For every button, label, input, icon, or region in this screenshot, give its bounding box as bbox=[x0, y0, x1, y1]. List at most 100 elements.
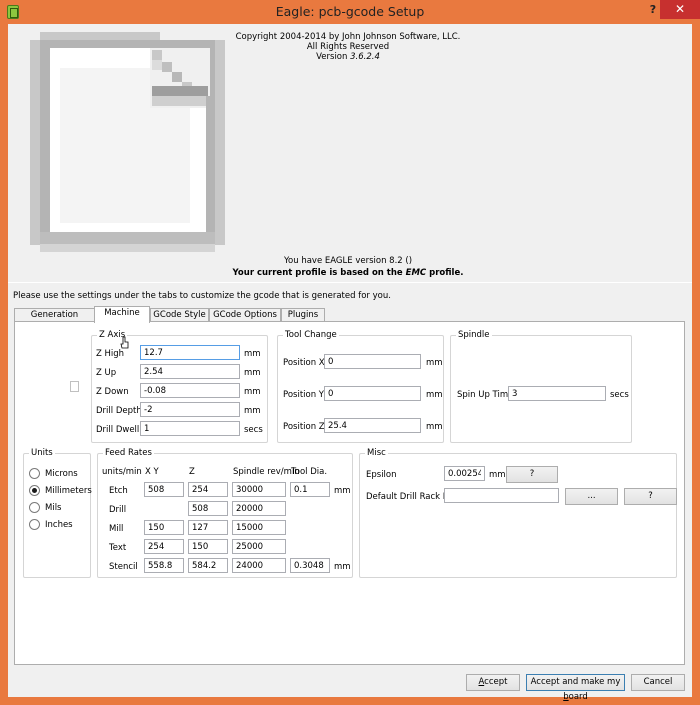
version-text: Version 3.6.2.4 bbox=[316, 52, 380, 62]
position-y-label: Position Y bbox=[283, 390, 324, 400]
setup-window: Eagle: pcb-gcode Setup ? ✕ Copyright 200… bbox=[0, 0, 700, 704]
mouse-cursor-icon bbox=[120, 336, 129, 349]
misc-group: Misc Epsilon mm ? Default Drill Rack Fil… bbox=[359, 448, 677, 578]
accept-and-make-board-button[interactable]: Accept and make my board bbox=[526, 674, 625, 702]
profile-name: EMC bbox=[405, 268, 427, 278]
tool-change-group: Tool Change Position X mm Position Y mm … bbox=[277, 330, 444, 443]
drill-dwell-field[interactable] bbox=[140, 421, 240, 436]
z-high-unit: mm bbox=[244, 349, 261, 359]
z-up-label: Z Up bbox=[96, 368, 117, 378]
z-up-unit: mm bbox=[244, 368, 261, 378]
epsilon-field[interactable] bbox=[444, 466, 485, 481]
misc-title: Misc bbox=[365, 448, 388, 458]
z-axis-group: Z Axis Z High mm Z Up mm Z Down mm Drill… bbox=[91, 330, 268, 443]
inches-label[interactable]: Inches bbox=[45, 520, 73, 530]
epsilon-help-button[interactable]: ? bbox=[506, 466, 558, 483]
tool-change-title: Tool Change bbox=[283, 330, 339, 340]
stencil-z-field[interactable] bbox=[188, 558, 228, 573]
position-y-unit: mm bbox=[426, 390, 443, 400]
position-z-unit: mm bbox=[426, 422, 443, 432]
etch-tool-unit: mm bbox=[334, 486, 351, 496]
text-xy-field[interactable] bbox=[144, 539, 184, 554]
stencil-tool-unit: mm bbox=[334, 562, 351, 572]
tab-machine[interactable]: Machine bbox=[94, 306, 150, 323]
microns-radio[interactable] bbox=[29, 468, 40, 479]
spin-up-time-unit: secs bbox=[610, 390, 629, 400]
copyright-text: Copyright 2004-2014 by John Johnson Soft… bbox=[235, 32, 461, 42]
accept-button[interactable]: Accept bbox=[466, 674, 520, 691]
mils-radio[interactable] bbox=[29, 502, 40, 513]
machine-tab-panel: Z Axis Z High mm Z Up mm Z Down mm Drill… bbox=[14, 321, 685, 665]
units-title: Units bbox=[29, 448, 55, 458]
text-spindle-field[interactable] bbox=[232, 539, 286, 554]
mils-label[interactable]: Mils bbox=[45, 503, 62, 513]
feed-tool-header: Tool Dia. bbox=[291, 467, 328, 477]
document-placeholder-image bbox=[30, 32, 225, 252]
tab-gcode-options[interactable]: GCode Options bbox=[209, 308, 281, 322]
spindle-group: Spindle Spin Up Time secs bbox=[450, 330, 632, 443]
millimeters-label[interactable]: Millimeters bbox=[45, 486, 92, 496]
drill-depth-label: Drill Depth bbox=[96, 406, 142, 416]
drill-depth-field[interactable] bbox=[140, 402, 240, 417]
rights-text: All Rights Reserved bbox=[306, 42, 390, 52]
z-down-field[interactable] bbox=[140, 383, 240, 398]
drill-rack-field[interactable] bbox=[444, 488, 559, 503]
epsilon-label: Epsilon bbox=[366, 470, 397, 480]
mill-z-field[interactable] bbox=[188, 520, 228, 535]
stencil-tool-field[interactable] bbox=[290, 558, 330, 573]
cancel-button[interactable]: Cancel bbox=[631, 674, 685, 691]
profile-text: Your current profile is based on the EMC… bbox=[232, 268, 464, 278]
millimeters-radio[interactable] bbox=[29, 485, 40, 496]
drill-dwell-label: Drill Dwell bbox=[96, 425, 140, 435]
feed-z-header: Z bbox=[189, 467, 195, 477]
tab-gcode-style[interactable]: GCode Style bbox=[150, 308, 209, 322]
drill-label: Drill bbox=[109, 505, 127, 515]
spin-up-time-field[interactable] bbox=[508, 386, 606, 401]
z-high-field[interactable] bbox=[140, 345, 240, 360]
position-z-field[interactable] bbox=[324, 418, 421, 433]
feed-xy-header: X Y bbox=[145, 467, 159, 477]
z-up-field[interactable] bbox=[140, 364, 240, 379]
header-divider bbox=[8, 282, 692, 283]
epsilon-unit: mm bbox=[489, 470, 506, 480]
feed-rates-group: Feed Rates units/min X Y Z Spindle rev/m… bbox=[97, 448, 353, 578]
etch-tool-field[interactable] bbox=[290, 482, 330, 497]
etch-label: Etch bbox=[109, 486, 128, 496]
position-x-label: Position X bbox=[283, 358, 325, 368]
drill-spindle-field[interactable] bbox=[232, 501, 286, 516]
position-x-field[interactable] bbox=[324, 354, 421, 369]
dialog-client: Copyright 2004-2014 by John Johnson Soft… bbox=[8, 24, 692, 702]
position-x-unit: mm bbox=[426, 358, 443, 368]
help-button[interactable]: ? bbox=[646, 1, 660, 19]
feed-rates-title: Feed Rates bbox=[103, 448, 154, 458]
tab-plugins[interactable]: Plugins bbox=[281, 308, 325, 322]
etch-z-field[interactable] bbox=[188, 482, 228, 497]
drill-z-field[interactable] bbox=[188, 501, 228, 516]
drill-rack-help-button[interactable]: ? bbox=[624, 488, 677, 505]
z-down-unit: mm bbox=[244, 387, 261, 397]
tab-generation-options[interactable]: Generation Options bbox=[14, 308, 95, 333]
copyright-block: Copyright 2004-2014 by John Johnson Soft… bbox=[208, 32, 488, 62]
mill-label: Mill bbox=[109, 524, 124, 534]
text-label: Text bbox=[109, 543, 127, 553]
browse-button[interactable]: ... bbox=[565, 488, 618, 505]
microns-label[interactable]: Microns bbox=[45, 469, 78, 479]
position-y-field[interactable] bbox=[324, 386, 421, 401]
inches-radio[interactable] bbox=[29, 519, 40, 530]
close-button[interactable]: ✕ bbox=[660, 0, 700, 19]
mill-xy-field[interactable] bbox=[144, 520, 184, 535]
stencil-xy-field[interactable] bbox=[144, 558, 184, 573]
stencil-spindle-field[interactable] bbox=[232, 558, 286, 573]
units-group: Units Microns Millimeters Mils Inches bbox=[23, 448, 92, 578]
drill-dwell-unit: secs bbox=[244, 425, 263, 435]
feed-units-header: units/min bbox=[102, 467, 142, 477]
version-number: 3.6.2.4 bbox=[350, 52, 380, 62]
drill-depth-unit: mm bbox=[244, 406, 261, 416]
text-z-field[interactable] bbox=[188, 539, 228, 554]
z-down-label: Z Down bbox=[96, 387, 129, 397]
mill-spindle-field[interactable] bbox=[232, 520, 286, 535]
spindle-title: Spindle bbox=[456, 330, 492, 340]
etch-spindle-field[interactable] bbox=[232, 482, 286, 497]
etch-xy-field[interactable] bbox=[144, 482, 184, 497]
title-bar[interactable]: Eagle: pcb-gcode Setup ? ✕ bbox=[0, 0, 700, 24]
